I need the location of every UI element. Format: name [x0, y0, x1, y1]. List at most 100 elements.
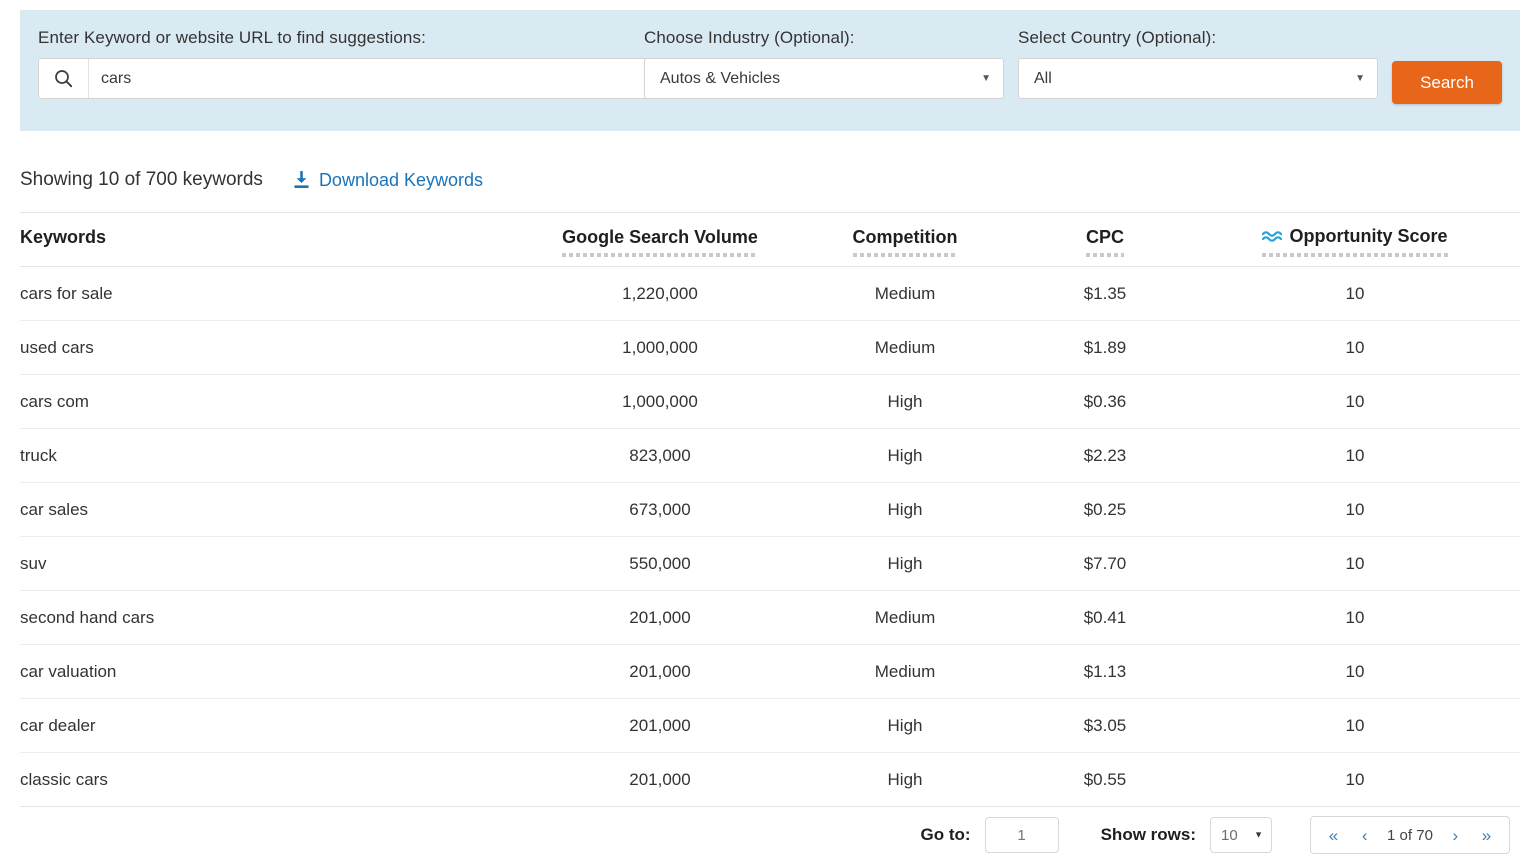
search-icon — [39, 59, 89, 98]
pagination-controls: « ‹ 1 of 70 › » — [1310, 816, 1510, 854]
cell-google-search-volume: 673,000 — [530, 483, 790, 537]
column-header-opportunity-score-label: Opportunity Score — [1289, 226, 1447, 246]
column-header-opportunity-score[interactable]: Opportunity Score — [1190, 213, 1520, 267]
pagination-status: 1 of 70 — [1387, 827, 1433, 844]
column-header-competition[interactable]: Competition — [790, 213, 1020, 267]
cell-cpc: $0.36 — [1020, 375, 1190, 429]
cell-opportunity-score: 10 — [1190, 375, 1520, 429]
cell-keyword: car valuation — [20, 645, 530, 699]
goto-label: Go to: — [921, 825, 971, 845]
industry-select[interactable]: Autos & Vehicles ▼ — [644, 58, 1004, 99]
cell-cpc: $0.55 — [1020, 753, 1190, 807]
cell-cpc: $1.89 — [1020, 321, 1190, 375]
industry-select-value: Autos & Vehicles — [660, 70, 780, 88]
cell-opportunity-score: 10 — [1190, 321, 1520, 375]
pagination-prev-button[interactable]: ‹ — [1358, 827, 1372, 844]
cell-opportunity-score: 10 — [1190, 699, 1520, 753]
pagination-next-button[interactable]: › — [1448, 827, 1462, 844]
cell-cpc: $3.05 — [1020, 699, 1190, 753]
cell-google-search-volume: 1,000,000 — [530, 375, 790, 429]
cell-competition: Medium — [790, 321, 1020, 375]
table-row[interactable]: cars for sale1,220,000Medium$1.3510 — [20, 267, 1520, 321]
cell-opportunity-score: 10 — [1190, 429, 1520, 483]
show-rows-select[interactable]: 10 ▼ — [1210, 817, 1272, 853]
cell-keyword: second hand cars — [20, 591, 530, 645]
cell-competition: High — [790, 753, 1020, 807]
column-header-competition-label: Competition — [853, 227, 958, 250]
search-panel: Enter Keyword or website URL to find sug… — [20, 10, 1520, 131]
country-field-label: Select Country (Optional): — [1018, 28, 1378, 48]
table-body: cars for sale1,220,000Medium$1.3510used … — [20, 267, 1520, 807]
cell-opportunity-score: 10 — [1190, 753, 1520, 807]
cell-cpc: $1.13 — [1020, 645, 1190, 699]
cell-competition: High — [790, 699, 1020, 753]
cell-keyword: car dealer — [20, 699, 530, 753]
cell-competition: Medium — [790, 645, 1020, 699]
cell-google-search-volume: 201,000 — [530, 699, 790, 753]
cell-google-search-volume: 201,000 — [530, 645, 790, 699]
table-row[interactable]: suv550,000High$7.7010 — [20, 537, 1520, 591]
table-head: Keywords Google Search Volume Competitio… — [20, 213, 1520, 267]
table-row[interactable]: truck823,000High$2.2310 — [20, 429, 1520, 483]
cell-keyword: classic cars — [20, 753, 530, 807]
table-row[interactable]: car sales673,000High$0.2510 — [20, 483, 1520, 537]
show-rows-value: 10 — [1221, 827, 1238, 844]
column-header-keywords[interactable]: Keywords — [20, 213, 530, 267]
cell-competition: High — [790, 537, 1020, 591]
column-header-google-search-volume[interactable]: Google Search Volume — [530, 213, 790, 267]
results-bar: Showing 10 of 700 keywords Download Keyw… — [20, 164, 483, 196]
cell-google-search-volume: 201,000 — [530, 753, 790, 807]
pagination-first-button[interactable]: « — [1325, 827, 1342, 844]
cell-opportunity-score: 10 — [1190, 645, 1520, 699]
cell-opportunity-score: 10 — [1190, 591, 1520, 645]
cell-opportunity-score: 10 — [1190, 537, 1520, 591]
cell-cpc: $0.25 — [1020, 483, 1190, 537]
table-row[interactable]: second hand cars201,000Medium$0.4110 — [20, 591, 1520, 645]
cell-opportunity-score: 10 — [1190, 483, 1520, 537]
country-field-group: Select Country (Optional): All ▼ — [1018, 28, 1378, 99]
search-button[interactable]: Search — [1392, 61, 1502, 104]
table-row[interactable]: car dealer201,000High$3.0510 — [20, 699, 1520, 753]
cell-opportunity-score: 10 — [1190, 267, 1520, 321]
cell-competition: High — [790, 375, 1020, 429]
column-header-keywords-label: Keywords — [20, 227, 106, 250]
keyword-input[interactable] — [89, 59, 673, 98]
cell-google-search-volume: 1,220,000 — [530, 267, 790, 321]
cell-keyword: used cars — [20, 321, 530, 375]
pagination-last-button[interactable]: » — [1478, 827, 1495, 844]
download-keywords-label: Download Keywords — [319, 170, 483, 191]
country-select-value: All — [1034, 70, 1052, 88]
column-header-cpc-label: CPC — [1086, 227, 1124, 250]
wave-icon — [1262, 227, 1282, 248]
industry-field-label: Choose Industry (Optional): — [644, 28, 1004, 48]
table-footer: Go to: Show rows: 10 ▼ « ‹ 1 of 70 › » — [20, 806, 1520, 863]
cell-keyword: suv — [20, 537, 530, 591]
cell-competition: Medium — [790, 591, 1020, 645]
cell-google-search-volume: 1,000,000 — [530, 321, 790, 375]
chevron-down-icon: ▼ — [981, 74, 991, 84]
show-rows-label: Show rows: — [1101, 825, 1196, 845]
cell-competition: High — [790, 429, 1020, 483]
industry-field-group: Choose Industry (Optional): Autos & Vehi… — [644, 28, 1004, 99]
showing-count-text: Showing 10 of 700 keywords — [20, 169, 263, 191]
download-keywords-link[interactable]: Download Keywords — [293, 170, 483, 191]
table-row[interactable]: car valuation201,000Medium$1.1310 — [20, 645, 1520, 699]
cell-keyword: cars for sale — [20, 267, 530, 321]
cell-competition: Medium — [790, 267, 1020, 321]
table-row[interactable]: cars com1,000,000High$0.3610 — [20, 375, 1520, 429]
chevron-down-icon: ▼ — [1355, 74, 1365, 84]
cell-google-search-volume: 201,000 — [530, 591, 790, 645]
download-icon — [293, 171, 310, 189]
chevron-down-icon: ▼ — [1254, 831, 1263, 840]
cell-cpc: $1.35 — [1020, 267, 1190, 321]
keyword-field-label: Enter Keyword or website URL to find sug… — [38, 28, 678, 48]
keyword-input-wrapper[interactable] — [38, 58, 674, 99]
country-select[interactable]: All ▼ — [1018, 58, 1378, 99]
table-row[interactable]: used cars1,000,000Medium$1.8910 — [20, 321, 1520, 375]
goto-page-input[interactable] — [985, 817, 1059, 853]
table-header-row: Keywords Google Search Volume Competitio… — [20, 213, 1520, 267]
table-row[interactable]: classic cars201,000High$0.5510 — [20, 753, 1520, 807]
cell-cpc: $7.70 — [1020, 537, 1190, 591]
cell-keyword: cars com — [20, 375, 530, 429]
column-header-cpc[interactable]: CPC — [1020, 213, 1190, 267]
